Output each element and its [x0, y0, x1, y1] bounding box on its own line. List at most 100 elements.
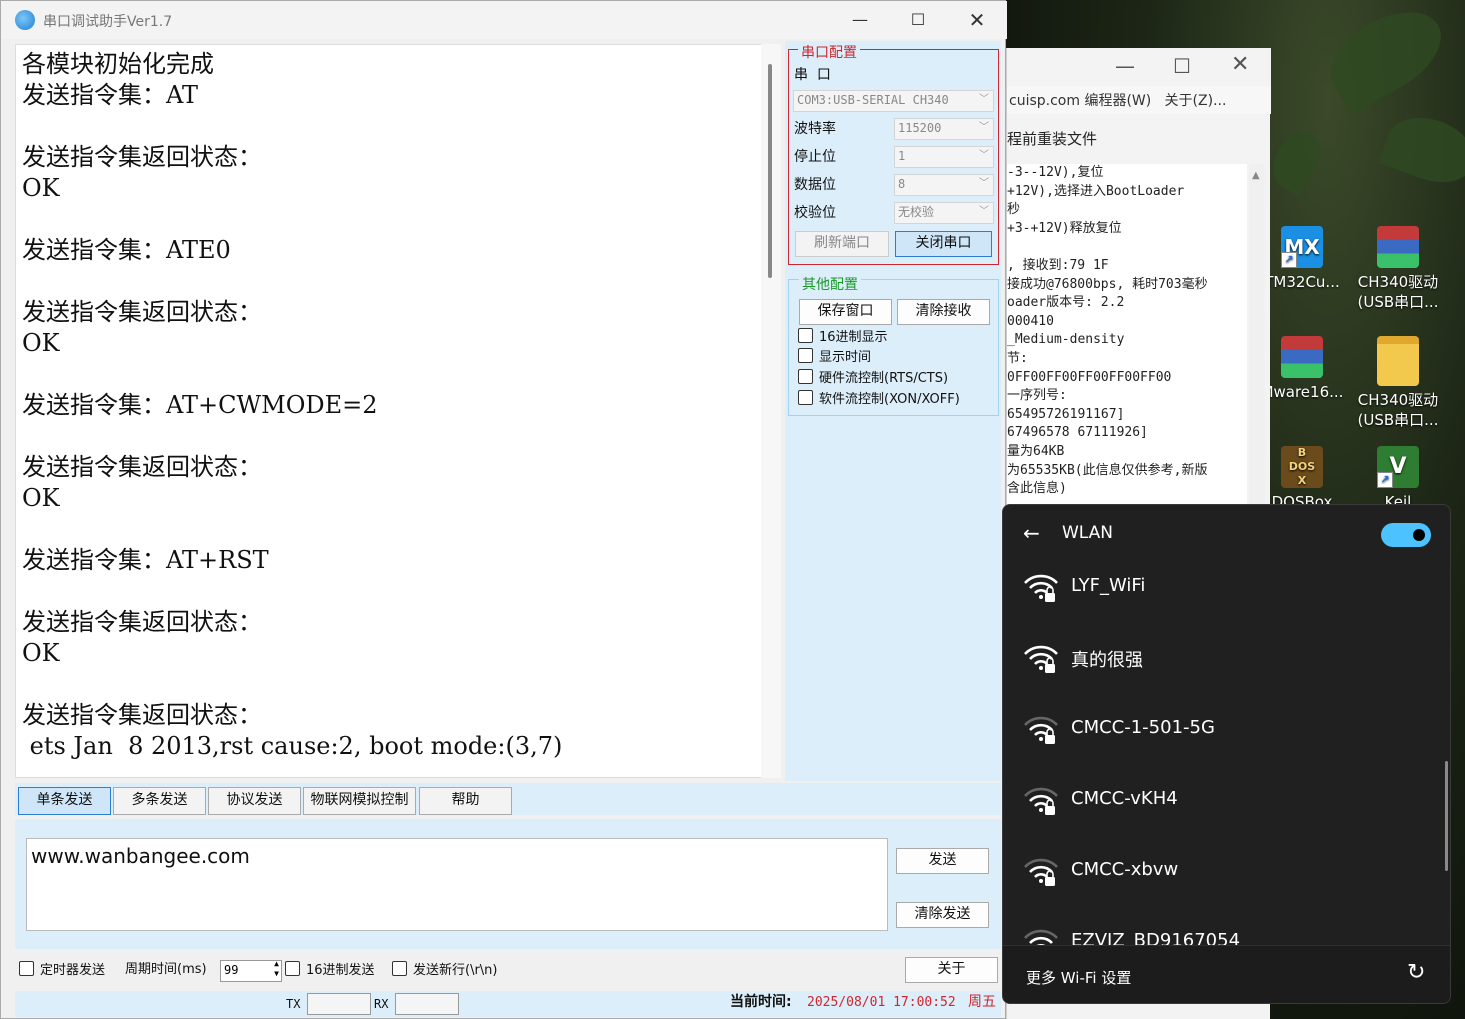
stop-bits-value: 1 [898, 149, 906, 163]
chevron-down-icon: ﹀ [979, 94, 989, 105]
programmer-menu-text[interactable]: cuisp.com 编程器(W) 关于(Z)... [1009, 90, 1226, 110]
chevron-down-icon: ﹀ [979, 150, 989, 161]
close-icon[interactable]: ✕ [1231, 52, 1249, 77]
wifi-network-item[interactable]: CMCC-xbvw [1003, 837, 1443, 907]
parity-label: 校验位 [794, 205, 836, 221]
checkbox-icon [798, 369, 813, 384]
toggle-knob [1413, 529, 1425, 541]
clear-receive-button[interactable]: 清除接收 [897, 299, 990, 325]
period-value: 99 [224, 963, 239, 977]
chevron-down-icon: ﹀ [979, 206, 989, 217]
maximize-icon[interactable]: ☐ [1173, 54, 1191, 78]
tx-counter [307, 993, 371, 1015]
hw-flow-checkbox[interactable]: 硬件流控制(RTS/CTS) [798, 369, 948, 388]
receive-scroll-thumb[interactable] [768, 64, 772, 278]
tab-iot-control[interactable]: 物联网模拟控制 [303, 787, 416, 815]
desktop-icon-stm32cubemx[interactable]: MX ↗ TM32Cu... [1257, 226, 1347, 292]
current-time-value: 2025/08/01 17:00:52 [807, 995, 956, 1010]
serial-assistant-window: 串口调试助手Ver1.7 — ☐ ✕ 各模块初始化完成 发送指令集：AT 发送指… [0, 0, 1007, 1019]
winrar-icon [1377, 226, 1419, 268]
wifi-network-name: LYF_WiFi [1071, 575, 1146, 596]
wifi-network-item[interactable]: CMCC-1-501-5G [1003, 695, 1443, 765]
wifi-secured-icon [1024, 787, 1058, 815]
desktop-icon-dosbox[interactable]: B DOS X DOSBox [1257, 446, 1347, 512]
refresh-icon[interactable]: ↻ [1407, 960, 1425, 985]
refresh-port-button[interactable]: 刷新端口 [795, 231, 889, 257]
programmer-scrollbar[interactable]: ▲ [1249, 164, 1265, 504]
weekday-value: 周五 [968, 994, 996, 1010]
desktop-icon-ch340-a[interactable]: CH340驱动 (USB串口... [1353, 226, 1443, 312]
wifi-network-name: CMCC-vKH4 [1071, 788, 1178, 809]
wifi-secured-icon [1024, 574, 1058, 602]
checkbox-icon [285, 961, 300, 976]
about-button[interactable]: 关于 [905, 957, 998, 983]
send-button[interactable]: 发送 [896, 848, 989, 874]
parity-value: 无校验 [898, 205, 935, 219]
tab-help[interactable]: 帮助 [419, 787, 512, 815]
port-value: COM3:USB-SERIAL CH340 [797, 93, 949, 107]
wifi-network-item[interactable]: LYF_WiFi [1003, 553, 1443, 623]
wifi-network-name: CMCC-1-501-5G [1071, 717, 1215, 738]
timer-send-checkbox[interactable]: 定时器发送 [19, 961, 105, 980]
data-bits-value: 8 [898, 177, 906, 191]
programmer-titlebar: — ☐ ✕ [1007, 48, 1271, 86]
programmer-menu[interactable]: cuisp.com 编程器(W) 关于(Z)... [1007, 86, 1271, 114]
hw-flow-label: 硬件流控制(RTS/CTS) [819, 371, 949, 386]
desktop-icon-vmware[interactable]: Mware16... [1257, 336, 1347, 402]
app-icon [15, 10, 35, 30]
wlan-scrollbar[interactable] [1445, 761, 1448, 871]
wifi-network-item[interactable]: 真的很强 [1003, 624, 1443, 694]
chevron-down-icon: ﹀ [979, 178, 989, 189]
checkbox-icon [798, 348, 813, 363]
sw-flow-checkbox[interactable]: 软件流控制(XON/XOFF) [798, 390, 960, 409]
period-stepper[interactable]: 99 ▲ ▼ [220, 959, 282, 982]
send-textarea[interactable]: www.wanbangee.com [26, 838, 888, 931]
programmer-log: -3--12V),复位 +12V),选择进入BootLoader 秒 +3-+1… [1007, 164, 1247, 504]
more-wifi-settings-link[interactable]: 更多 Wi-Fi 设置 [1026, 967, 1131, 988]
wifi-network-item[interactable]: CMCC-vKH4 [1003, 766, 1443, 836]
back-arrow-icon[interactable]: ← [1023, 521, 1040, 545]
newline-checkbox[interactable]: 发送新行(\r\n) [392, 961, 498, 980]
tab-multi-send[interactable]: 多条发送 [113, 787, 206, 815]
sw-flow-label: 软件流控制(XON/XOFF) [819, 392, 960, 407]
stepper-arrows-icon[interactable]: ▲ ▼ [274, 959, 279, 979]
close-button[interactable]: ✕ [954, 9, 1000, 31]
maximize-button[interactable]: ☐ [895, 9, 941, 31]
hex-display-checkbox[interactable]: 16进制显示 [798, 328, 888, 347]
maximize-icon: ☐ [910, 10, 926, 29]
tab-single-send[interactable]: 单条发送 [18, 787, 111, 815]
timer-send-label: 定时器发送 [40, 963, 106, 978]
receive-textarea[interactable]: 各模块初始化完成 发送指令集：AT 发送指令集返回状态： OK 发送指令集：AT… [15, 44, 781, 778]
tab-protocol-send[interactable]: 协议发送 [208, 787, 301, 815]
wifi-secured-icon [1024, 716, 1058, 744]
desktop-icon-ch340-b[interactable]: CH340驱动 (USB串口... [1353, 336, 1443, 430]
wifi-secured-icon [1024, 645, 1058, 673]
desktop-icon-label: Mware16... [1260, 383, 1344, 401]
stop-bits-select[interactable]: 1 ﹀ [894, 146, 994, 168]
hex-send-label: 16进制发送 [306, 963, 375, 978]
winrar-icon [1281, 336, 1323, 378]
minimize-icon[interactable]: — [1115, 54, 1135, 78]
hex-display-label: 16进制显示 [819, 330, 888, 345]
show-time-checkbox[interactable]: 显示时间 [798, 348, 871, 367]
save-window-button[interactable]: 保存窗口 [799, 299, 892, 325]
keil-icon: V ↗ [1377, 446, 1419, 488]
parity-select[interactable]: 无校验 ﹀ [894, 202, 994, 224]
data-bits-select[interactable]: 8 ﹀ [894, 174, 994, 196]
stm32cubemx-icon: MX ↗ [1281, 226, 1323, 268]
port-select[interactable]: COM3:USB-SERIAL CH340 ﹀ [793, 90, 994, 112]
desktop-icon-label: CH340驱动 (USB串口... [1357, 391, 1439, 429]
baud-select[interactable]: 115200 ﹀ [894, 118, 994, 140]
hex-send-checkbox[interactable]: 16进制发送 [285, 961, 375, 980]
rx-counter [395, 993, 459, 1015]
desktop-icon-keil[interactable]: V ↗ Keil [1353, 446, 1443, 512]
wlan-title: WLAN [1062, 523, 1114, 543]
wifi-network-name: CMCC-xbvw [1071, 859, 1179, 880]
minimize-button[interactable]: — [837, 9, 883, 31]
desktop-icon-label: CH340驱动 (USB串口... [1357, 273, 1439, 311]
close-port-button[interactable]: 关闭串口 [895, 231, 992, 257]
clear-send-button[interactable]: 清除发送 [896, 902, 989, 928]
rx-label: RX [374, 997, 389, 1011]
checkbox-icon [19, 961, 34, 976]
other-config-title: 其他配置 [799, 274, 861, 294]
